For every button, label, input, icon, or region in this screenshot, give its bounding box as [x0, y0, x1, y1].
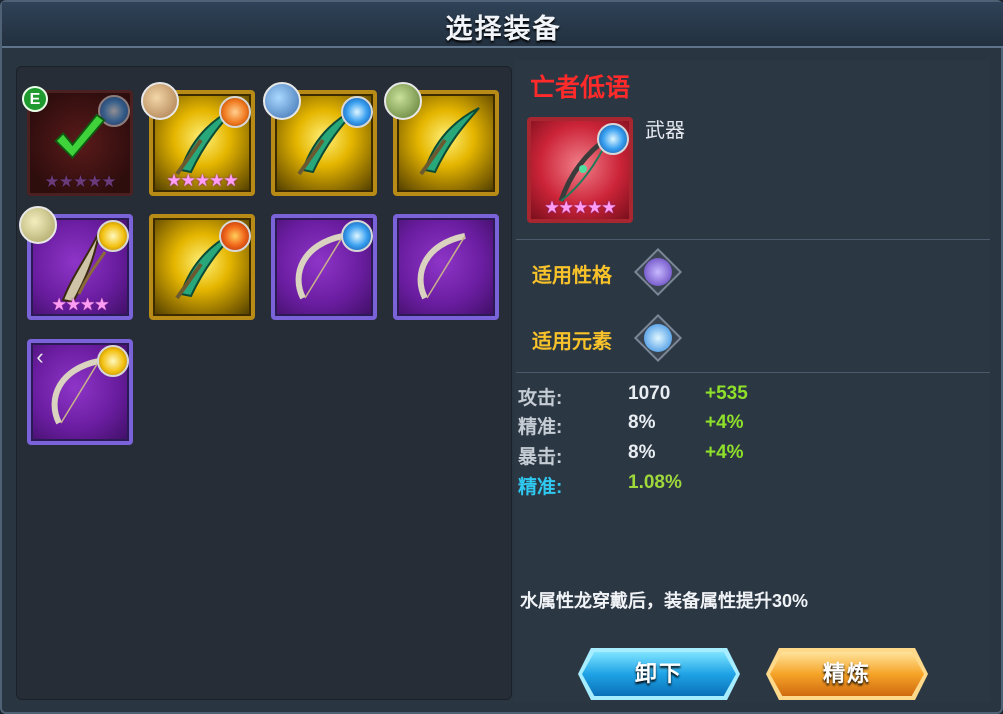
water-element-icon [341, 96, 373, 128]
star-rating: ★★★★ [51, 295, 110, 314]
light-element-icon [97, 345, 129, 377]
fire-element-icon [219, 220, 251, 252]
title-bar: 选择装备 [2, 2, 1003, 48]
item-name: 亡者低语 [530, 74, 631, 102]
water-drop-icon [644, 324, 672, 352]
stat-precision-label: 精准: [518, 417, 563, 438]
stat-special-value: 1.08% [628, 472, 682, 493]
scroll-left-arrow-icon[interactable]: ‹ [30, 344, 50, 370]
star-rating: ★★★★★ [44, 172, 116, 191]
dragon-avatar-icon [384, 82, 422, 120]
equipment-window: 选择装备 ★★★★★ E ★★★★★ ★★★★ ‹ 亡者低语 ★★★★★ 武器 … [0, 0, 1003, 714]
star-rating: ★★★★★ [166, 171, 238, 190]
unequip-button[interactable]: 卸下 [582, 652, 736, 696]
stat-attack-label: 攻击: [518, 388, 563, 409]
earth-element-icon [219, 96, 251, 128]
divider [516, 239, 990, 240]
inventory-slot-8[interactable] [393, 214, 499, 320]
stat-attack-value: 1070 [628, 383, 671, 404]
stat-special-label: 精准: [518, 477, 563, 498]
stat-crit-bonus: +4% [705, 442, 744, 463]
longbow-weapon-icon [417, 233, 466, 300]
stat-crit-label: 暴击: [518, 447, 563, 468]
personality-label: 适用性格 [532, 265, 612, 287]
window-title: 选择装备 [445, 14, 562, 44]
item-type: 武器 [645, 120, 685, 142]
stat-precision-bonus: +4% [705, 412, 744, 433]
item-description: 水属性龙穿戴后，装备属性提升30% [520, 591, 809, 611]
divider [516, 372, 990, 373]
stat-precision-value: 8% [628, 412, 656, 433]
checkmark-icon [54, 113, 106, 160]
dragon-avatar-icon [141, 82, 179, 120]
dragon-avatar-icon [263, 82, 301, 120]
inventory-slot-7[interactable] [271, 214, 377, 320]
feather-wing-icon [644, 258, 672, 286]
element-label: 适用元素 [532, 331, 612, 353]
stat-attack-bonus: +535 [705, 383, 748, 404]
water-element-icon [341, 220, 373, 252]
dragon-avatar-icon [19, 206, 57, 244]
stat-crit-value: 8% [628, 442, 656, 463]
water-element-icon [597, 123, 629, 155]
inventory-slot-6[interactable] [149, 214, 255, 320]
star-rating: ★★★★★ [544, 198, 616, 217]
item-portrait: ★★★★★ [527, 117, 633, 223]
equipped-badge: E [22, 86, 48, 112]
light-element-icon [97, 220, 129, 252]
refine-button[interactable]: 精炼 [770, 652, 924, 696]
